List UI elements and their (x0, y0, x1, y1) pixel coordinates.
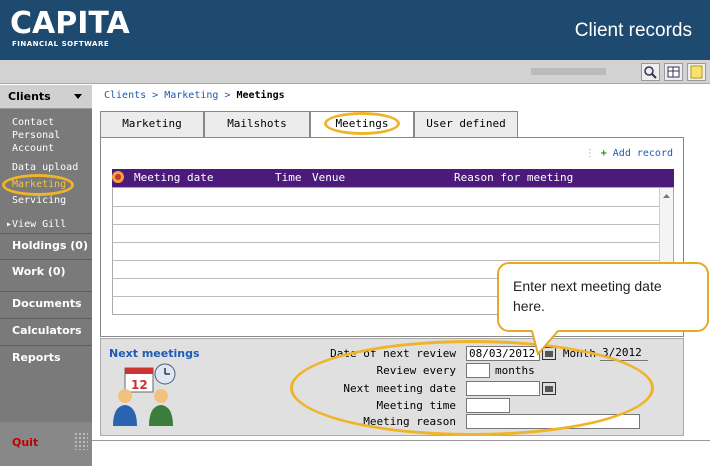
callout-text: Enter next meeting date here. (513, 278, 662, 314)
quit-button[interactable]: Quit (12, 436, 38, 449)
sidebar-section-work[interactable]: Work (0) (0, 259, 92, 283)
note-icon[interactable] (687, 63, 706, 81)
grid-view-icon[interactable] (664, 63, 683, 81)
column-reason[interactable]: Reason for meeting (454, 171, 573, 184)
callout-pointer (531, 330, 559, 356)
breadcrumb-marketing[interactable]: Marketing (164, 90, 218, 101)
sidebar-section-holdings[interactable]: Holdings (0) (0, 233, 92, 257)
clients-dropdown-label: Clients (8, 90, 51, 103)
capita-logo: CAPITA (10, 6, 130, 41)
footer-divider (92, 440, 710, 441)
tab-mailshots[interactable]: Mailshots (204, 111, 310, 137)
view-gill-label: View Gill (12, 219, 67, 230)
breadcrumb-separator: > (146, 90, 165, 101)
reports-label: Reports (12, 351, 61, 364)
sidebar-link-account[interactable]: Account (12, 143, 54, 154)
toolbar-placeholder (531, 68, 606, 75)
sidebar-link-personal[interactable]: Personal (12, 130, 60, 141)
breadcrumb: Clients > Marketing > Meetings (104, 90, 285, 101)
sidebar-link-contact[interactable]: Contact (12, 117, 54, 128)
grid-row-divider (113, 260, 659, 261)
grid-row-divider (113, 242, 659, 243)
breadcrumb-separator: > (218, 90, 237, 101)
add-record-label: Add record (612, 148, 673, 159)
page-title: Client records (574, 20, 692, 41)
toolbar (0, 60, 710, 84)
column-venue[interactable]: Venue (312, 171, 345, 184)
meetings-grid-header: Meeting date Time Venue Reason for meeti… (112, 169, 674, 187)
grid-row-divider (113, 206, 659, 207)
search-icon[interactable] (641, 63, 660, 81)
sidebar-link-servicing[interactable]: Servicing (12, 195, 66, 206)
sidebar-section-documents[interactable]: Documents (0, 291, 92, 315)
holdings-label: Holdings (0) (12, 239, 88, 252)
highlight-oval-marketing (2, 174, 74, 196)
clients-dropdown[interactable]: Clients (0, 85, 92, 109)
highlight-oval-form (290, 340, 654, 436)
dotted-separator: ⋮ (584, 148, 595, 159)
meeting-people-icon: 12 (107, 360, 187, 428)
documents-label: Documents (12, 297, 82, 310)
scroll-up-icon[interactable] (660, 190, 673, 202)
grid-row-divider (113, 224, 659, 225)
tab-user-defined[interactable]: User defined (414, 111, 518, 137)
sidebar-section-calculators[interactable]: Calculators (0, 318, 92, 342)
chevron-down-icon (74, 94, 82, 99)
svg-text:12: 12 (131, 378, 148, 392)
highlight-oval-meetings-tab (324, 112, 400, 135)
breadcrumb-clients[interactable]: Clients (104, 90, 146, 101)
quit-area: Quit (0, 422, 92, 466)
sidebar-link-view-gill[interactable]: ▸View Gill (6, 219, 66, 230)
breadcrumb-current: Meetings (236, 90, 285, 101)
sidebar-section-reports[interactable]: Reports (0, 345, 92, 369)
tab-marketing[interactable]: Marketing (100, 111, 204, 137)
sidebar-link-data-upload[interactable]: Data upload (12, 162, 78, 173)
logo-subtitle: FINANCIAL SOFTWARE (12, 40, 110, 48)
app-header: CAPITA FINANCIAL SOFTWARE Client records (0, 0, 710, 60)
sidebar: Clients Contact Personal Account Data up… (0, 85, 92, 466)
work-label: Work (0) (12, 265, 66, 278)
column-time[interactable]: Time (275, 171, 302, 184)
column-meeting-date[interactable]: Meeting date (134, 171, 213, 184)
plus-icon: + (600, 148, 607, 159)
add-record-button[interactable]: ⋮ + Add record (585, 148, 673, 159)
calculators-label: Calculators (12, 324, 82, 337)
callout-bubble: Enter next meeting date here. (497, 262, 709, 332)
next-meetings-title: Next meetings (109, 347, 200, 360)
grip-icon (74, 432, 88, 450)
